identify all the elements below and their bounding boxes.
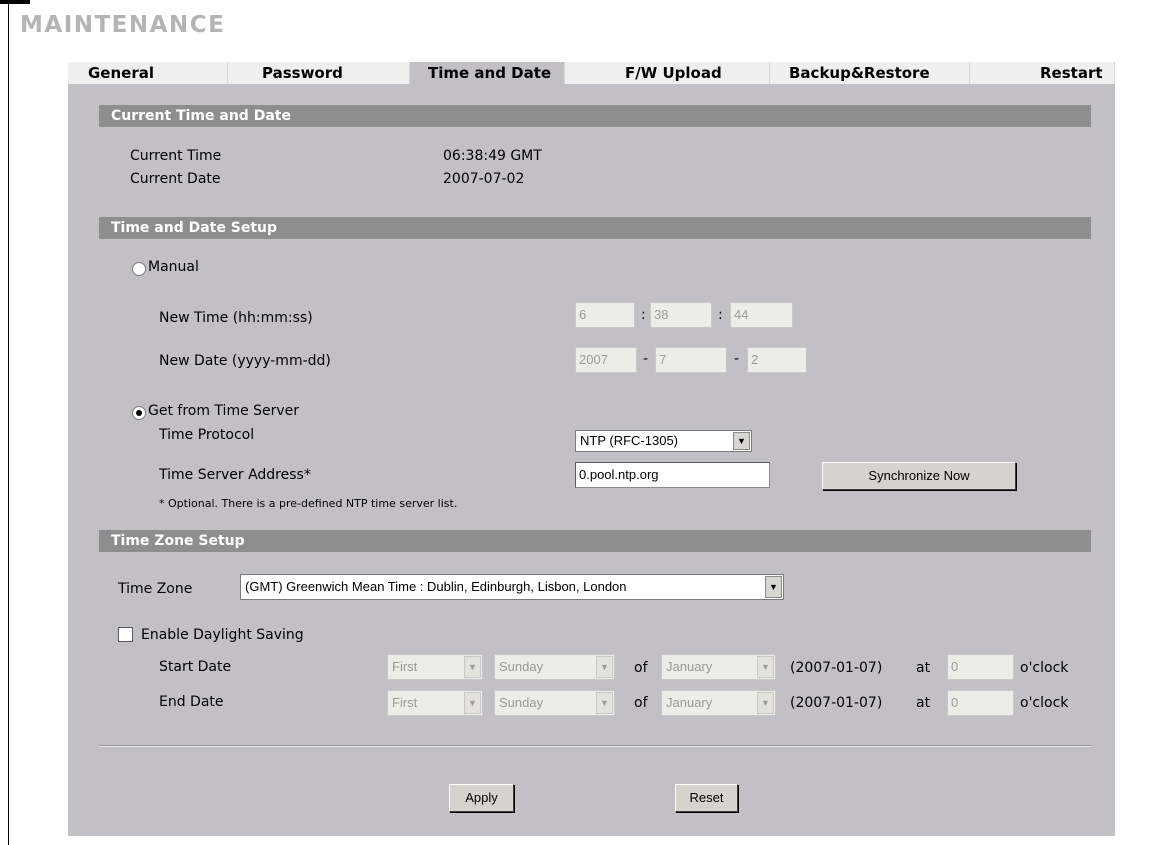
month-input[interactable]: 7 bbox=[655, 347, 727, 373]
optional-note: * Optional. There is a pre-defined NTP t… bbox=[159, 497, 458, 510]
start-week-value: First bbox=[392, 659, 418, 674]
current-time-value: 06:38:49 GMT bbox=[443, 148, 542, 164]
chevron-down-icon[interactable]: ▼ bbox=[464, 692, 481, 714]
at-label: at bbox=[916, 660, 931, 676]
manual-label: Manual bbox=[148, 259, 199, 275]
chevron-down-icon[interactable]: ▼ bbox=[464, 656, 481, 678]
daylight-saving-checkbox[interactable] bbox=[118, 627, 133, 642]
time-separator: : bbox=[718, 307, 723, 323]
new-time-label: New Time (hh:mm:ss) bbox=[159, 310, 313, 326]
chevron-down-icon[interactable]: ▼ bbox=[757, 656, 774, 678]
new-date-label: New Date (yyyy-mm-dd) bbox=[159, 353, 331, 369]
time-protocol-label: Time Protocol bbox=[159, 427, 255, 443]
apply-button[interactable]: Apply bbox=[449, 784, 514, 812]
time-zone-select[interactable]: (GMT) Greenwich Mean Time : Dublin, Edin… bbox=[240, 574, 784, 600]
end-week-select[interactable]: First ▼ bbox=[387, 690, 483, 716]
end-day-select[interactable]: Sunday ▼ bbox=[494, 690, 615, 716]
current-date-label: Current Date bbox=[130, 171, 221, 187]
left-border-line bbox=[8, 0, 9, 845]
chevron-down-icon[interactable]: ▼ bbox=[596, 656, 613, 678]
current-time-label: Current Time bbox=[130, 148, 222, 164]
tab-time-and-date[interactable]: Time and Date bbox=[410, 62, 565, 84]
chevron-down-icon[interactable]: ▼ bbox=[733, 432, 750, 450]
start-date-label: Start Date bbox=[159, 659, 232, 675]
tab-backup-restore[interactable]: Backup&Restore bbox=[770, 62, 970, 84]
reset-button[interactable]: Reset bbox=[675, 784, 738, 812]
start-date-hint: (2007-01-07) bbox=[790, 660, 883, 676]
chevron-down-icon[interactable]: ▼ bbox=[765, 576, 782, 598]
tab-password[interactable]: Password bbox=[228, 62, 410, 84]
top-edge-mark bbox=[0, 0, 30, 4]
end-day-value: Sunday bbox=[499, 695, 544, 710]
date-separator: - bbox=[734, 351, 740, 367]
time-server-label: Get from Time Server bbox=[148, 403, 300, 419]
chevron-down-icon[interactable]: ▼ bbox=[596, 692, 613, 714]
end-hour-input[interactable]: 0 bbox=[947, 690, 1014, 716]
time-server-address-label: Time Server Address* bbox=[159, 467, 311, 483]
time-protocol-value: NTP (RFC-1305) bbox=[580, 433, 679, 448]
end-date-hint: (2007-01-07) bbox=[790, 695, 883, 711]
time-server-address-input[interactable]: 0.pool.ntp.org bbox=[575, 462, 770, 488]
second-input[interactable]: 44 bbox=[730, 302, 793, 328]
start-month-select[interactable]: January ▼ bbox=[661, 654, 776, 680]
divider bbox=[99, 745, 1091, 747]
synchronize-now-button[interactable]: Synchronize Now bbox=[822, 462, 1016, 490]
page-title: MAINTENANCE bbox=[20, 12, 226, 38]
oclock-label: o'clock bbox=[1020, 660, 1069, 676]
time-zone-label: Time Zone bbox=[118, 581, 193, 597]
at-label: at bbox=[916, 695, 931, 711]
date-separator: - bbox=[643, 351, 649, 367]
minute-input[interactable]: 38 bbox=[650, 302, 712, 328]
day-input[interactable]: 2 bbox=[747, 347, 807, 373]
section-current-time: Current Time and Date bbox=[99, 105, 1091, 127]
end-month-value: January bbox=[666, 695, 713, 710]
tab-bar: General Password Time and Date F/W Uploa… bbox=[68, 62, 1115, 84]
chevron-down-icon[interactable]: ▼ bbox=[757, 692, 774, 714]
hour-input[interactable]: 6 bbox=[575, 302, 635, 328]
start-hour-input[interactable]: 0 bbox=[947, 654, 1014, 680]
time-protocol-select[interactable]: NTP (RFC-1305) ▼ bbox=[575, 430, 752, 452]
daylight-saving-label: Enable Daylight Saving bbox=[141, 627, 304, 643]
start-week-select[interactable]: First ▼ bbox=[387, 654, 483, 680]
start-day-select[interactable]: Sunday ▼ bbox=[494, 654, 615, 680]
year-input[interactable]: 2007 bbox=[575, 347, 637, 373]
time-separator: : bbox=[641, 307, 646, 323]
end-month-select[interactable]: January ▼ bbox=[661, 690, 776, 716]
tab-restart[interactable]: Restart bbox=[970, 62, 1115, 84]
tab-fw-upload[interactable]: F/W Upload bbox=[565, 62, 770, 84]
end-date-label: End Date bbox=[159, 694, 224, 710]
oclock-label: o'clock bbox=[1020, 695, 1069, 711]
end-week-value: First bbox=[392, 695, 418, 710]
current-date-value: 2007-07-02 bbox=[443, 171, 525, 187]
of-label: of bbox=[634, 660, 648, 676]
section-time-date-setup: Time and Date Setup bbox=[99, 217, 1091, 239]
content-panel bbox=[68, 84, 1115, 836]
section-time-zone-setup: Time Zone Setup bbox=[99, 530, 1091, 552]
time-zone-value: (GMT) Greenwich Mean Time : Dublin, Edin… bbox=[245, 579, 627, 594]
of-label: of bbox=[634, 695, 648, 711]
start-month-value: January bbox=[666, 659, 713, 674]
time-server-radio[interactable] bbox=[132, 406, 146, 420]
manual-radio[interactable] bbox=[132, 262, 146, 276]
start-day-value: Sunday bbox=[499, 659, 544, 674]
tab-general[interactable]: General bbox=[68, 62, 228, 84]
